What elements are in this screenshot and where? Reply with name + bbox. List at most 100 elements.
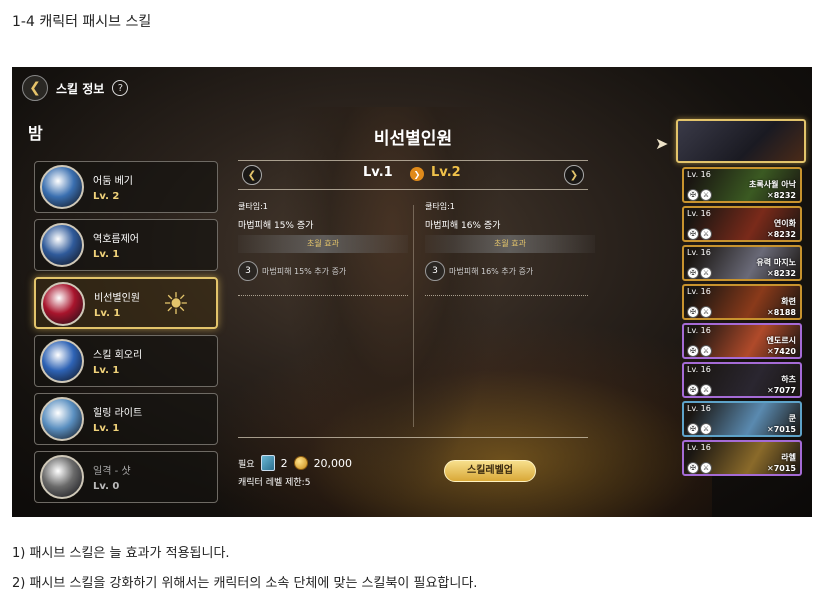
skill-detail-title: 비선별인원 xyxy=(373,129,453,149)
skill-icon xyxy=(40,455,84,499)
hero-badges: ✠ ⚔ xyxy=(687,228,712,240)
hero-class-badge-icon: ✠ xyxy=(687,189,699,201)
ultra-effect-row: 3 마법피해 16% 추가 증가 xyxy=(425,261,595,281)
skill-levelup-button[interactable]: 스킬레벨업 xyxy=(444,460,536,482)
hero-class-badge-icon: ✠ xyxy=(687,423,699,435)
hero-power: ✕7420 xyxy=(767,347,796,356)
hero-class-badge-icon: ✠ xyxy=(687,345,699,357)
ultra-effect-text: 마법피해 15% 추가 증가 xyxy=(262,266,347,276)
hero-card[interactable]: Lv. 16 ✠ ⚔ 하츠 ✕7077 xyxy=(682,362,802,398)
skillbook-icon xyxy=(260,455,275,471)
power-icon: ✕ xyxy=(767,386,774,395)
hero-class-badge-icon: ⚔ xyxy=(700,462,712,474)
skill-icon xyxy=(40,339,84,383)
requirement-label: 필요 xyxy=(238,459,255,470)
skill-icon xyxy=(40,397,84,441)
skill-name: 일격 - 샷 xyxy=(93,466,131,477)
hero-class-badge-icon: ✠ xyxy=(687,228,699,240)
dotted-divider xyxy=(238,295,408,296)
skill-item[interactable]: 비선별인원 Lv. 1 ☀ xyxy=(34,277,218,329)
power-icon: ✕ xyxy=(767,269,774,278)
damage-text: 마법피해 15% 증가 xyxy=(238,221,314,231)
hero-power: ✕7015 xyxy=(767,464,796,473)
prev-level-arrow-icon[interactable]: ❮ xyxy=(242,165,262,185)
help-button[interactable]: ? xyxy=(112,80,129,96)
skill-level: Lv. 1 xyxy=(93,365,120,376)
requirement-panel: 필요 2 20,000 캐릭터 레벨 제한:5 xyxy=(238,455,352,488)
hero-name: 엔도르시 xyxy=(766,336,796,345)
hero-class-badge-icon: ✠ xyxy=(687,267,699,279)
divider-line xyxy=(238,189,588,190)
gold-coin-icon xyxy=(293,456,308,470)
skill-level: Lv. 2 xyxy=(93,191,120,202)
power-icon: ✕ xyxy=(767,464,774,473)
power-icon: ✕ xyxy=(767,308,774,317)
level-next-arrow-icon: ❯ xyxy=(410,167,424,181)
hero-name: 유력 마지노 xyxy=(756,258,796,267)
hero-class-badge-icon: ⚔ xyxy=(700,306,712,318)
hero-class-badge-icon: ⚔ xyxy=(700,423,712,435)
hero-name: 하츠 xyxy=(781,375,796,384)
hero-list: Lv. 16 ✠ ⚔ 초록사월 아낙 ✕8232 Lv. 16 ✠ ⚔ 연이화 ✕8232 Lv. … xyxy=(682,167,802,479)
ultra-grade-icon: 3 xyxy=(425,261,445,281)
skill-item[interactable]: 스킬 회오리 Lv. 1 xyxy=(34,335,218,387)
skill-name: 어둠 베기 xyxy=(93,176,133,187)
hero-power: ✕7077 xyxy=(767,386,796,395)
skill-item[interactable]: 역호름제어 Lv. 1 xyxy=(34,219,218,271)
sun-moon-decoration-icon: ☀ xyxy=(162,287,190,322)
hero-badges: ✠ ⚔ xyxy=(687,306,712,318)
hero-card[interactable]: Lv. 16 ✠ ⚔ 화련 ✕8188 xyxy=(682,284,802,320)
power-icon: ✕ xyxy=(767,230,774,239)
power-icon: ✕ xyxy=(767,425,774,434)
hero-power-value: 8188 xyxy=(773,308,796,317)
next-level-arrow-icon[interactable]: ❯ xyxy=(564,165,584,185)
doc-heading: 1-4 캐릭터 패시브 스킬 xyxy=(12,14,152,30)
current-level: Lv.1 xyxy=(363,165,393,180)
hero-name: 화련 xyxy=(781,297,796,306)
hero-power: ✕8232 xyxy=(767,230,796,239)
skill-item[interactable]: 힐링 라이트 Lv. 1 xyxy=(34,393,218,445)
hero-power-value: 7015 xyxy=(773,425,796,434)
cooldown-text: 쿨타임:1 xyxy=(425,202,455,211)
skill-icon xyxy=(41,282,85,326)
hero-card[interactable]: Lv. 16 ✠ ⚔ 연이화 ✕8232 xyxy=(682,206,802,242)
skill-level: Lv. 0 xyxy=(93,481,120,492)
hero-class-badge-icon: ⚔ xyxy=(700,345,712,357)
hero-badges: ✠ ⚔ xyxy=(687,267,712,279)
hero-power-value: 7015 xyxy=(773,464,796,473)
power-icon: ✕ xyxy=(767,191,774,200)
skill-item[interactable]: 일격 - 샷 Lv. 0 xyxy=(34,451,218,503)
selected-hero-portrait[interactable] xyxy=(676,119,806,163)
current-level-column: 쿨타임:1 마법피해 15% 증가 초월 효과 3 마법피해 15% 추가 증가 xyxy=(238,201,408,281)
hero-class-badge-icon: ⚔ xyxy=(700,228,712,240)
skill-item[interactable]: 어둠 베기 Lv. 2 xyxy=(34,161,218,213)
next-level-column: 쿨타임:1 마법피해 16% 증가 초월 효과 3 마법피해 16% 추가 증가 xyxy=(425,201,595,281)
skill-name: 비선별인원 xyxy=(94,293,140,304)
hero-card[interactable]: Lv. 16 ✠ ⚔ 라헬 ✕7015 xyxy=(682,440,802,476)
hero-name: 연이화 xyxy=(773,219,796,228)
hero-card[interactable]: Lv. 16 ✠ ⚔ 쿤 ✕7015 xyxy=(682,401,802,437)
hero-power: ✕7015 xyxy=(767,425,796,434)
game-screenshot: ❮ 스킬 정보 ? 밤 어둠 베기 Lv. 2 역호름제어 Lv. 1 비선별인원 Lv.… xyxy=(12,67,812,517)
hero-power-value: 8232 xyxy=(773,230,796,239)
hero-card[interactable]: Lv. 16 ✠ ⚔ 초록사월 아낙 ✕8232 xyxy=(682,167,802,203)
skill-level: Lv. 1 xyxy=(94,308,121,319)
hero-badges: ✠ ⚔ xyxy=(687,384,712,396)
skill-name: 역호름제어 xyxy=(93,234,139,245)
hero-badges: ✠ ⚔ xyxy=(687,423,712,435)
hero-class-badge-icon: ✠ xyxy=(687,306,699,318)
dotted-divider xyxy=(425,295,588,296)
back-arrow-icon[interactable]: ❮ xyxy=(22,75,48,101)
doc-note-2: 2) 패시브 스킬을 강화하기 위해서는 캐릭터의 소속 단체에 맞는 스킬북이… xyxy=(12,576,478,591)
level-compare-bar: ❮ Lv.1 ❯ Lv.2 ❯ xyxy=(238,164,588,186)
hero-badges: ✠ ⚔ xyxy=(687,462,712,474)
screen-title: 스킬 정보 xyxy=(56,81,105,96)
hero-card[interactable]: Lv. 16 ✠ ⚔ 유력 마지노 ✕8232 xyxy=(682,245,802,281)
hero-card[interactable]: Lv. 16 ✠ ⚔ 엔도르시 ✕7420 xyxy=(682,323,802,359)
cooldown-text: 쿨타임:1 xyxy=(238,202,268,211)
skill-level: Lv. 1 xyxy=(93,249,120,260)
hero-name: 라헬 xyxy=(781,453,796,462)
hero-level: Lv. 16 xyxy=(687,404,711,413)
top-bar: ❮ 스킬 정보 ? xyxy=(22,75,129,101)
hero-power: ✕8232 xyxy=(767,191,796,200)
